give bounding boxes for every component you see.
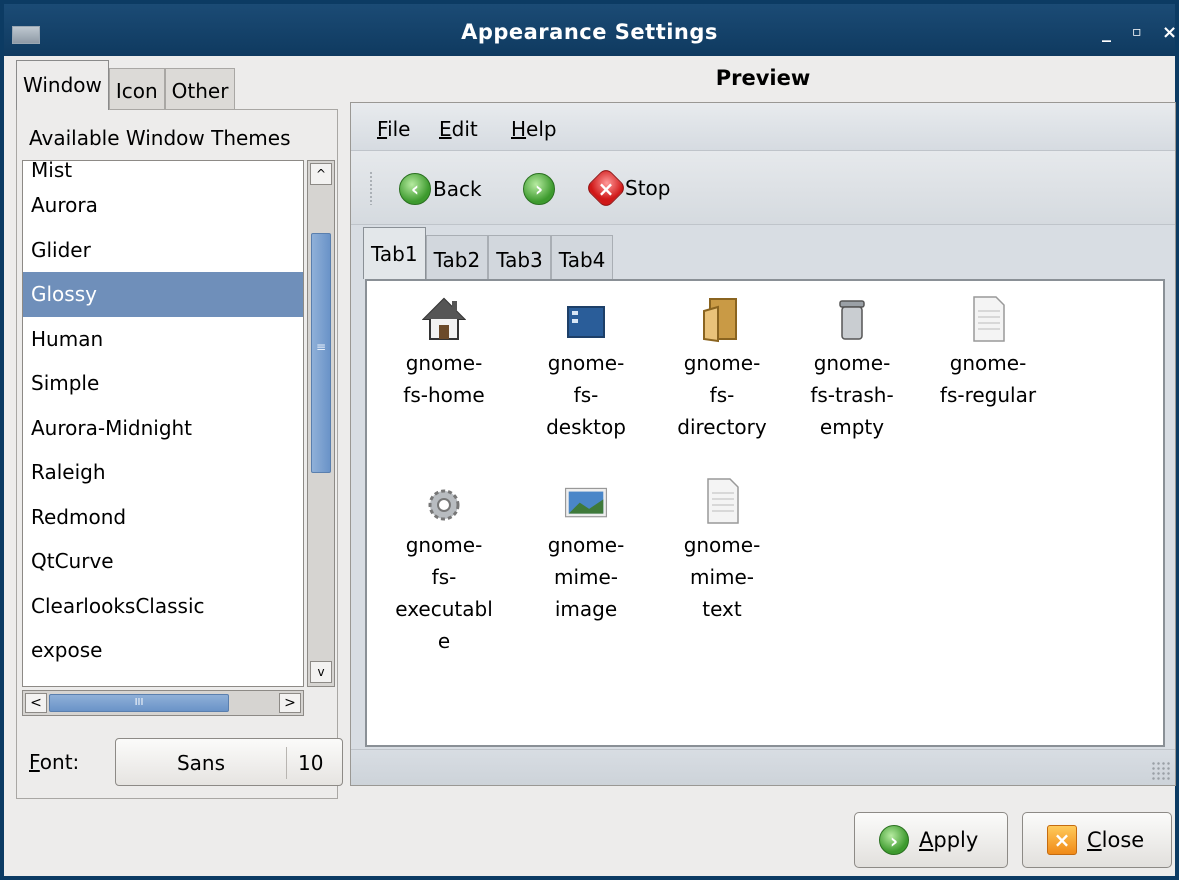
preview-statusbar <box>351 749 1175 785</box>
preview-tabs: Tab1 Tab2 Tab3 Tab4 <box>363 227 614 279</box>
theme-list[interactable]: Mist Aurora Glider Glossy Human Simple A… <box>22 160 304 687</box>
apply-button[interactable]: › Apply <box>854 812 1008 868</box>
font-row: Font: Sans 10 <box>29 738 343 786</box>
theme-item[interactable]: QtCurve <box>23 539 303 584</box>
icon-item-executable[interactable]: gnome- fs- executabl e <box>379 477 509 657</box>
preview-pane: File Edit Help ‹ Back › × Stop Tab1 Tab2… <box>350 102 1176 786</box>
menu-edit[interactable]: Edit <box>439 117 478 141</box>
image-icon <box>564 477 608 525</box>
theme-item-selected[interactable]: Glossy <box>23 272 303 317</box>
theme-item[interactable]: expose <box>23 628 303 673</box>
menu-file[interactable]: File <box>377 117 410 141</box>
theme-item[interactable]: ClearlooksClassic <box>23 584 303 629</box>
tab-window[interactable]: Window <box>16 60 109 110</box>
theme-item[interactable]: Mist <box>23 161 303 183</box>
tab-1[interactable]: Tab1 <box>363 227 426 279</box>
icon-item-trash[interactable]: gnome- fs-trash- empty <box>787 295 917 443</box>
window-themes-panel: Available Window Themes Mist Aurora Glid… <box>16 109 343 799</box>
forward-button[interactable]: › <box>523 173 555 205</box>
theme-item[interactable]: Aurora-Midnight <box>23 406 303 451</box>
home-icon <box>421 295 467 343</box>
menu-help[interactable]: Help <box>511 117 557 141</box>
icon-item-desktop[interactable]: gnome- fs- desktop <box>521 295 651 443</box>
thumb-grip: ≡ <box>316 340 327 354</box>
scroll-up-button[interactable]: ^ <box>310 163 332 185</box>
icon-item-text[interactable]: gnome- mime- text <box>657 477 787 625</box>
trash-icon <box>830 295 874 343</box>
font-name: Sans <box>176 751 226 775</box>
settings-tabs: Window Icon Other <box>16 60 236 110</box>
minimize-button[interactable]: _ <box>1102 22 1111 43</box>
icon-item-directory[interactable]: gnome- fs- directory <box>657 295 787 443</box>
theme-item[interactable]: Raleigh <box>23 450 303 495</box>
forward-arrow-icon: › <box>523 173 555 205</box>
toolbar-grip[interactable] <box>369 171 373 205</box>
font-separator <box>286 747 287 779</box>
tab-2[interactable]: Tab2 <box>425 235 489 279</box>
icon-view[interactable]: gnome- fs-home gnome- fs- desktop gnome-… <box>365 279 1165 747</box>
tab-4[interactable]: Tab4 <box>550 235 614 279</box>
icon-item-home[interactable]: gnome- fs-home <box>379 295 509 411</box>
preview-menubar: File Edit Help <box>351 103 1175 151</box>
icon-item-regular[interactable]: gnome- fs-regular <box>923 295 1053 411</box>
preview-heading: Preview <box>715 66 811 90</box>
font-size: 10 <box>298 751 324 775</box>
tab-3[interactable]: Tab3 <box>488 235 551 279</box>
resize-grip-icon[interactable] <box>1151 761 1171 781</box>
theme-list-vertical-scrollbar[interactable]: ^ ≡ v <box>307 160 335 687</box>
stop-icon: × <box>584 166 628 210</box>
close-button[interactable]: × Close <box>1022 812 1172 868</box>
scroll-down-button[interactable]: v <box>310 661 332 683</box>
font-label: Font: <box>29 750 80 774</box>
theme-item[interactable]: Human <box>23 317 303 362</box>
theme-item[interactable]: Redmond <box>23 495 303 540</box>
gear-icon <box>422 477 466 525</box>
scroll-left-button[interactable]: < <box>25 693 47 713</box>
close-window-button[interactable]: × <box>1162 22 1177 43</box>
icon-item-image[interactable]: gnome- mime- image <box>521 477 651 625</box>
back-button[interactable]: ‹ Back <box>399 173 482 205</box>
vertical-scroll-thumb[interactable]: ≡ <box>311 233 331 473</box>
back-arrow-icon: ‹ <box>399 173 431 205</box>
tab-other[interactable]: Other <box>164 68 236 110</box>
window-title: Appearance Settings <box>461 20 718 44</box>
theme-item[interactable]: Glider <box>23 228 303 273</box>
theme-item[interactable]: Simple <box>23 361 303 406</box>
text-icon <box>700 477 744 525</box>
stop-button[interactable]: × Stop <box>584 166 670 210</box>
preview-toolbar: ‹ Back › × Stop <box>351 151 1175 225</box>
document-icon <box>966 295 1010 343</box>
theme-list-horizontal-scrollbar[interactable]: < III > <box>22 690 304 716</box>
folder-icon <box>700 295 744 343</box>
appearance-settings-window: Appearance Settings _ ▫ × Window Icon Ot… <box>0 0 1179 880</box>
apply-icon: › <box>879 825 909 855</box>
tab-icon[interactable]: Icon <box>108 68 165 110</box>
theme-item[interactable]: Aurora <box>23 183 303 228</box>
title-bar[interactable]: Appearance Settings _ ▫ × <box>4 4 1177 56</box>
maximize-button[interactable]: ▫ <box>1132 24 1142 40</box>
desktop-icon <box>564 295 608 343</box>
scroll-right-button[interactable]: > <box>279 693 301 713</box>
close-icon: × <box>1047 825 1077 855</box>
font-chooser-button[interactable]: Sans 10 <box>115 738 343 786</box>
themes-heading: Available Window Themes <box>29 126 291 150</box>
horizontal-scroll-thumb[interactable]: III <box>49 694 229 712</box>
